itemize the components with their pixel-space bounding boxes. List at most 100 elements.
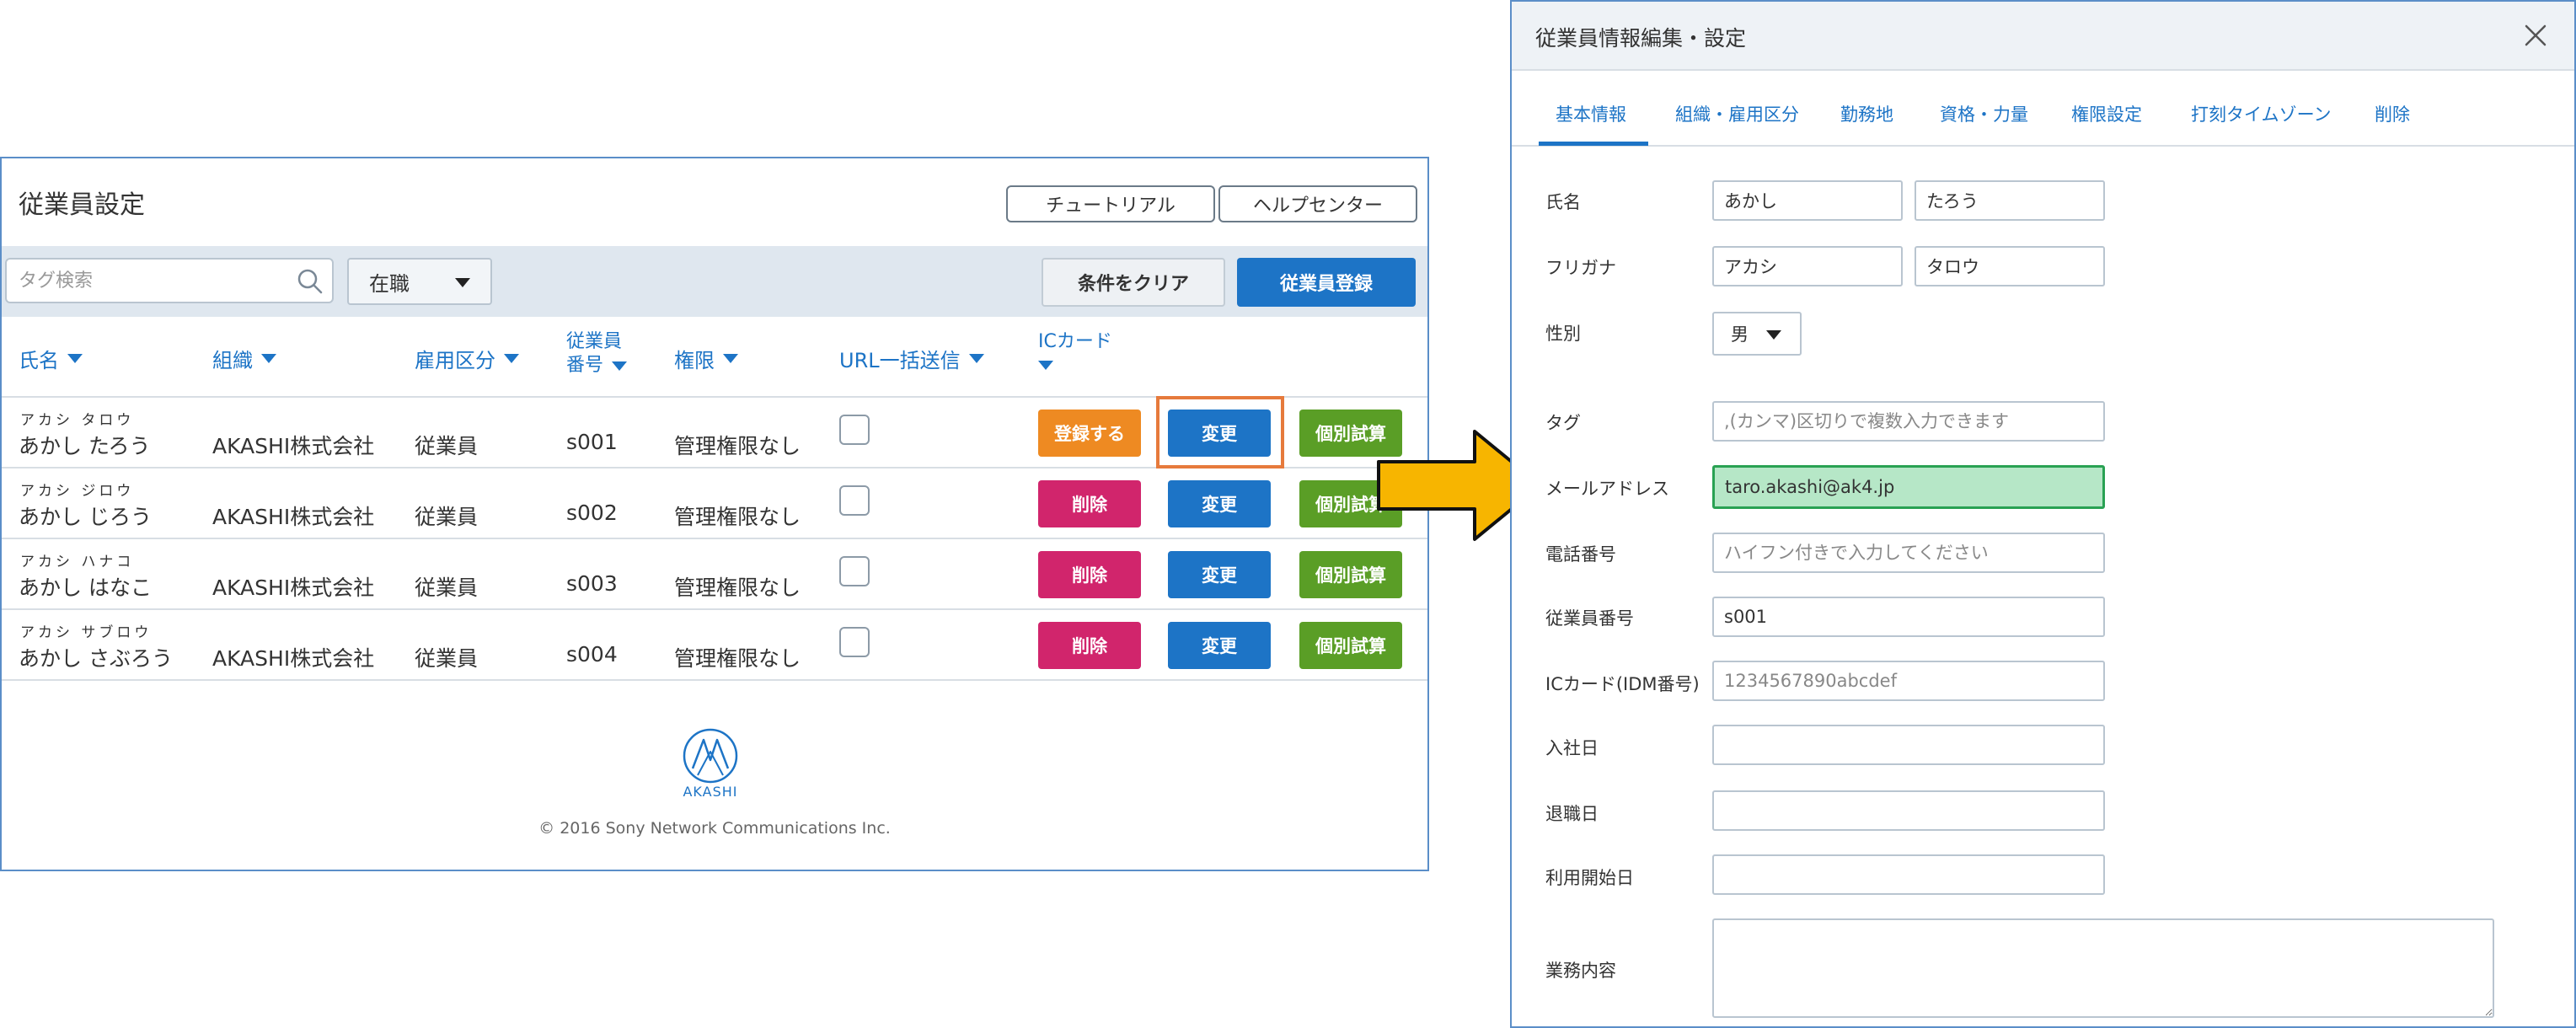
sort-caret-icon: [723, 354, 738, 363]
page-title: 従業員設定: [19, 190, 145, 220]
edit-button[interactable]: 変更: [1168, 410, 1271, 457]
edit-button[interactable]: 変更: [1168, 480, 1271, 527]
sort-caret-icon: [261, 354, 276, 363]
name-kana: アカシ ハナコ: [20, 554, 135, 570]
duty-label: 業務内容: [1545, 961, 1616, 981]
start-date-label: 利用開始日: [1545, 868, 1634, 888]
org-cell: AKASHI株式会社: [212, 576, 375, 600]
ic-card-input[interactable]: [1712, 661, 2105, 701]
phone-input[interactable]: [1712, 533, 2105, 573]
tab-delete[interactable]: 削除: [2375, 101, 2410, 126]
employee-name: あかし たろう: [19, 434, 151, 458]
tag-search-input[interactable]: [19, 268, 288, 293]
chevron-down-icon: [455, 278, 470, 287]
edit-button[interactable]: 変更: [1168, 551, 1271, 598]
ic-delete-button[interactable]: 削除: [1038, 622, 1141, 669]
emp-no-cell: s003: [566, 571, 618, 596]
gender-select[interactable]: 男: [1712, 312, 1802, 356]
gender-select-value: 男: [1731, 324, 1749, 345]
permission-cell: 管理権限なし: [674, 505, 801, 529]
individual-trial-button[interactable]: 個別試算: [1299, 551, 1402, 598]
employment-cell: 従業員: [415, 646, 479, 671]
sort-caret-icon: [968, 354, 984, 363]
permission-cell: 管理権限なし: [674, 434, 801, 458]
start-date-input[interactable]: [1712, 854, 2105, 895]
search-icon[interactable]: [295, 266, 325, 297]
register-employee-button[interactable]: 従業員登録: [1237, 258, 1416, 307]
emp-no-label: 従業員番号: [1545, 608, 1634, 629]
url-send-checkbox[interactable]: [839, 415, 870, 445]
tab-permissions[interactable]: 権限設定: [2071, 101, 2142, 126]
column-header-name[interactable]: 氏名: [19, 344, 83, 373]
email-label: メールアドレス: [1545, 479, 1669, 499]
dialog-title: 従業員情報編集・設定: [1535, 26, 1747, 51]
employee-name: あかし さぶろう: [19, 646, 173, 671]
url-send-checkbox[interactable]: [839, 485, 870, 516]
org-cell: AKASHI株式会社: [212, 646, 375, 671]
logo-text: AKASHI: [683, 784, 738, 800]
column-header-emp-no[interactable]: 従業員 番号: [566, 330, 628, 377]
permission-cell: 管理権限なし: [674, 576, 801, 600]
close-icon[interactable]: [2522, 22, 2549, 49]
name-kana: アカシ サブロウ: [20, 624, 153, 641]
tab-timezone[interactable]: 打刻タイムゾーン: [2191, 101, 2332, 126]
tab-org-employment[interactable]: 組織・雇用区分: [1675, 101, 1799, 126]
join-date-label: 入社日: [1545, 738, 1599, 758]
chevron-down-icon: [1766, 330, 1781, 340]
name-kana: アカシ タロウ: [20, 412, 135, 429]
individual-trial-button[interactable]: 個別試算: [1299, 622, 1402, 669]
permission-cell: 管理権限なし: [674, 646, 801, 671]
column-header-ic-card[interactable]: ICカード: [1038, 330, 1112, 370]
tag-input[interactable]: [1712, 401, 2105, 442]
column-header-url-send[interactable]: URL一括送信: [839, 344, 984, 373]
tab-work-location[interactable]: 勤務地: [1840, 101, 1893, 126]
employment-cell: 従業員: [415, 434, 479, 458]
furigana-label: フリガナ: [1545, 258, 1616, 278]
url-send-checkbox[interactable]: [839, 556, 870, 586]
emp-no-cell: s001: [566, 430, 618, 454]
tutorial-button[interactable]: チュートリアル: [1006, 185, 1215, 222]
leave-date-input[interactable]: [1712, 790, 2105, 831]
ic-delete-button[interactable]: 削除: [1038, 480, 1141, 527]
table-row: アカシ ハナコ あかし はなこ AKASHI株式会社 従業員 s003 管理権限…: [2, 539, 1427, 610]
join-date-input[interactable]: [1712, 725, 2105, 765]
clear-filters-button[interactable]: 条件をクリア: [1042, 258, 1225, 307]
employee-name: あかし はなこ: [19, 576, 152, 600]
first-kana-input[interactable]: [1915, 246, 2105, 286]
filter-bar: 在職 条件をクリア 従業員登録: [2, 246, 1427, 317]
akashi-logo-icon: [683, 728, 738, 784]
employee-list-panel: 従業員設定 チュートリアル ヘルプセンター 在職 条件をクリア 従業員登録 氏名…: [0, 157, 1429, 871]
help-center-button[interactable]: ヘルプセンター: [1218, 185, 1417, 222]
tab-qualifications[interactable]: 資格・力量: [1940, 101, 2028, 126]
tab-basic-info[interactable]: 基本情報: [1556, 101, 1626, 126]
status-select-value: 在職: [369, 271, 410, 296]
ic-register-button[interactable]: 登録する: [1038, 410, 1141, 457]
edit-button[interactable]: 変更: [1168, 622, 1271, 669]
first-name-input[interactable]: [1915, 180, 2105, 221]
org-cell: AKASHI株式会社: [212, 505, 375, 529]
employment-cell: 従業員: [415, 576, 479, 600]
last-name-input[interactable]: [1712, 180, 1903, 221]
url-send-checkbox[interactable]: [839, 627, 870, 657]
tag-search-box[interactable]: [5, 258, 334, 303]
leave-date-label: 退職日: [1545, 804, 1599, 824]
last-kana-input[interactable]: [1712, 246, 1903, 286]
table-row: アカシ タロウ あかし たろう AKASHI株式会社 従業員 s001 管理権限…: [2, 396, 1427, 468]
email-input[interactable]: [1712, 465, 2105, 509]
employee-name: あかし じろう: [19, 505, 152, 529]
column-header-org[interactable]: 組織: [212, 344, 276, 373]
employment-status-select[interactable]: 在職: [347, 258, 492, 305]
sort-caret-icon: [1038, 361, 1053, 370]
employment-cell: 従業員: [415, 505, 479, 529]
sort-caret-icon: [67, 354, 83, 363]
org-cell: AKASHI株式会社: [212, 434, 375, 458]
table-row: アカシ ジロウ あかし じろう AKASHI株式会社 従業員 s002 管理権限…: [2, 468, 1427, 539]
duty-textarea[interactable]: [1712, 918, 2494, 1018]
column-header-permission[interactable]: 権限: [674, 344, 738, 373]
dialog-tabs: 基本情報 組織・雇用区分 勤務地 資格・力量 権限設定 打刻タイムゾーン 削除: [1512, 71, 2574, 147]
emp-no-input[interactable]: [1712, 597, 2105, 637]
phone-label: 電話番号: [1545, 544, 1616, 565]
column-header-employment[interactable]: 雇用区分: [415, 344, 519, 373]
tag-label: タグ: [1545, 413, 1581, 433]
ic-delete-button[interactable]: 削除: [1038, 551, 1141, 598]
